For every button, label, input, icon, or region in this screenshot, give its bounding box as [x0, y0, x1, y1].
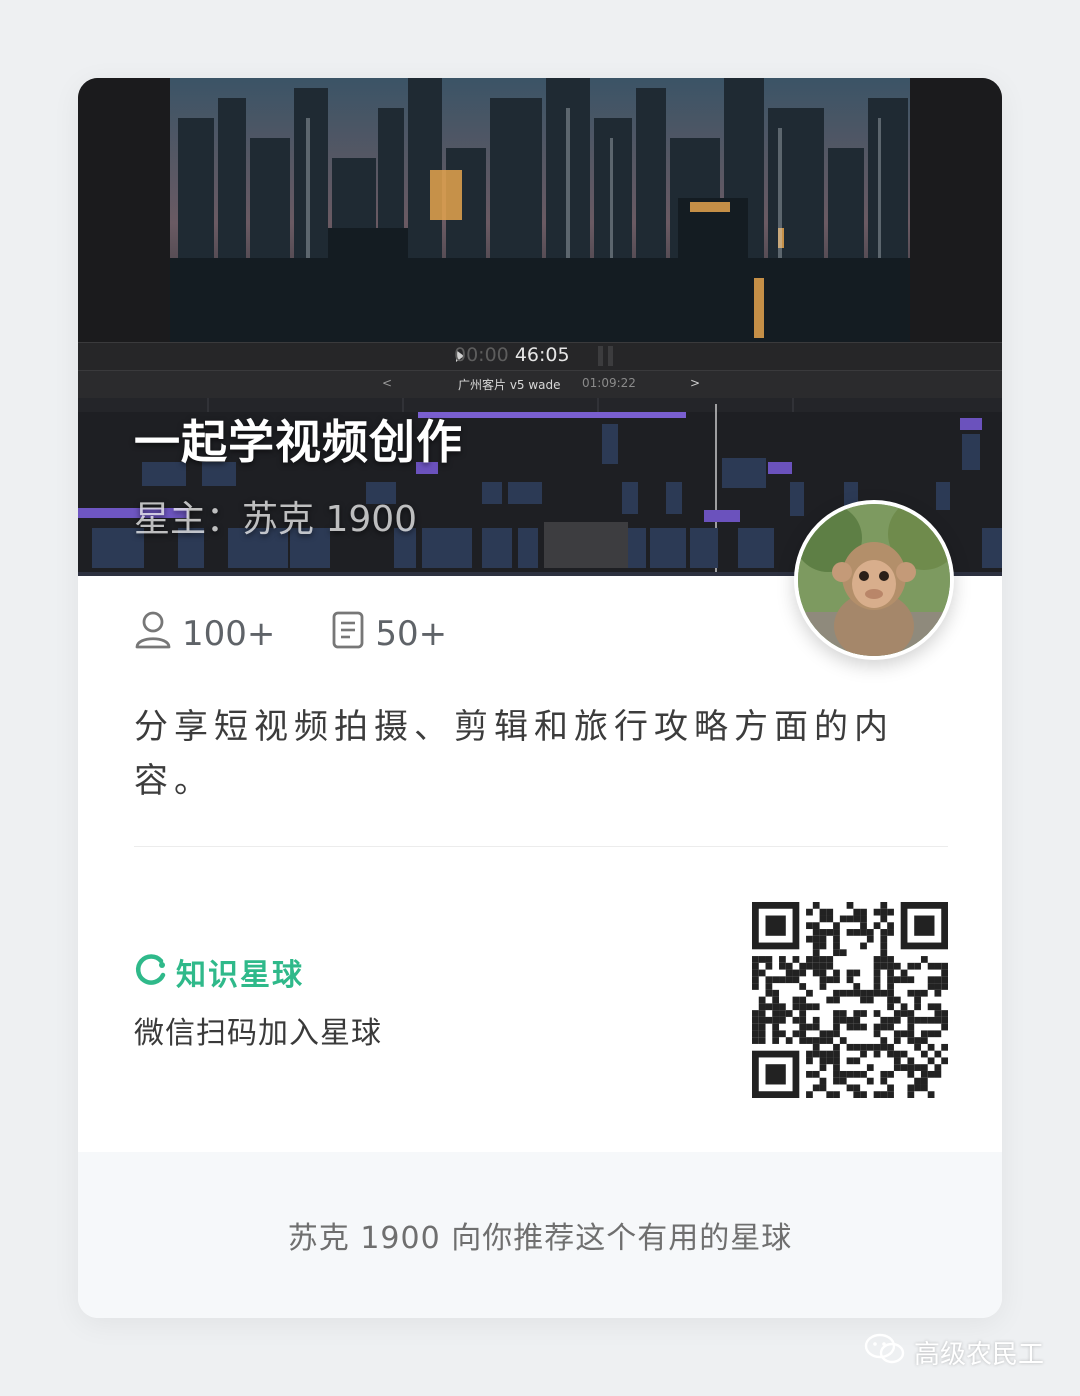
divider: [134, 846, 948, 847]
svg-text:<: <: [382, 376, 392, 390]
planet-description: 分享短视频拍摄、剪辑和旅行攻略方面的内容。: [134, 707, 894, 801]
member-count-value: 100+: [182, 614, 276, 654]
watermark: 高级农民工: [864, 1332, 1044, 1373]
user-icon: [134, 610, 172, 659]
planet-card: < > 00:00 46:05 广州客片 v5 wade 01:09:22 一起…: [78, 78, 1002, 1318]
brand-logo: 知识星球: [134, 950, 304, 994]
scan-instruction: 微信扫码加入星球: [134, 1016, 382, 1051]
planet-title: 一起学视频创作: [134, 415, 463, 469]
timecode-display: 00:00 46:05: [454, 344, 570, 366]
post-count-value: 50+: [375, 614, 448, 654]
timecode-dim: 00:00: [454, 344, 509, 366]
timecode-value: 46:05: [514, 344, 570, 366]
recommendation-text: 苏克 1900 向你推荐这个有用的星球: [287, 1221, 793, 1256]
qr-code[interactable]: [752, 902, 948, 1098]
svg-text:>: >: [690, 376, 700, 390]
planet-stats: 100+ 50+: [134, 610, 503, 659]
brand-name: 知识星球: [176, 958, 304, 993]
project-duration: 01:09:22: [582, 376, 636, 390]
planet-owner: 星主：苏克 1900: [134, 499, 418, 540]
document-icon: [331, 610, 365, 659]
recommendation-footer: 苏克 1900 向你推荐这个有用的星球: [78, 1152, 1002, 1318]
planet-logo-icon: [134, 953, 168, 991]
member-count: 100+: [134, 610, 275, 659]
project-name: 广州客片 v5 wade: [458, 378, 561, 392]
post-count: 50+: [331, 610, 447, 659]
watermark-text: 高级农民工: [913, 1340, 1044, 1370]
wechat-icon: [864, 1332, 906, 1373]
owner-avatar[interactable]: [794, 500, 954, 660]
